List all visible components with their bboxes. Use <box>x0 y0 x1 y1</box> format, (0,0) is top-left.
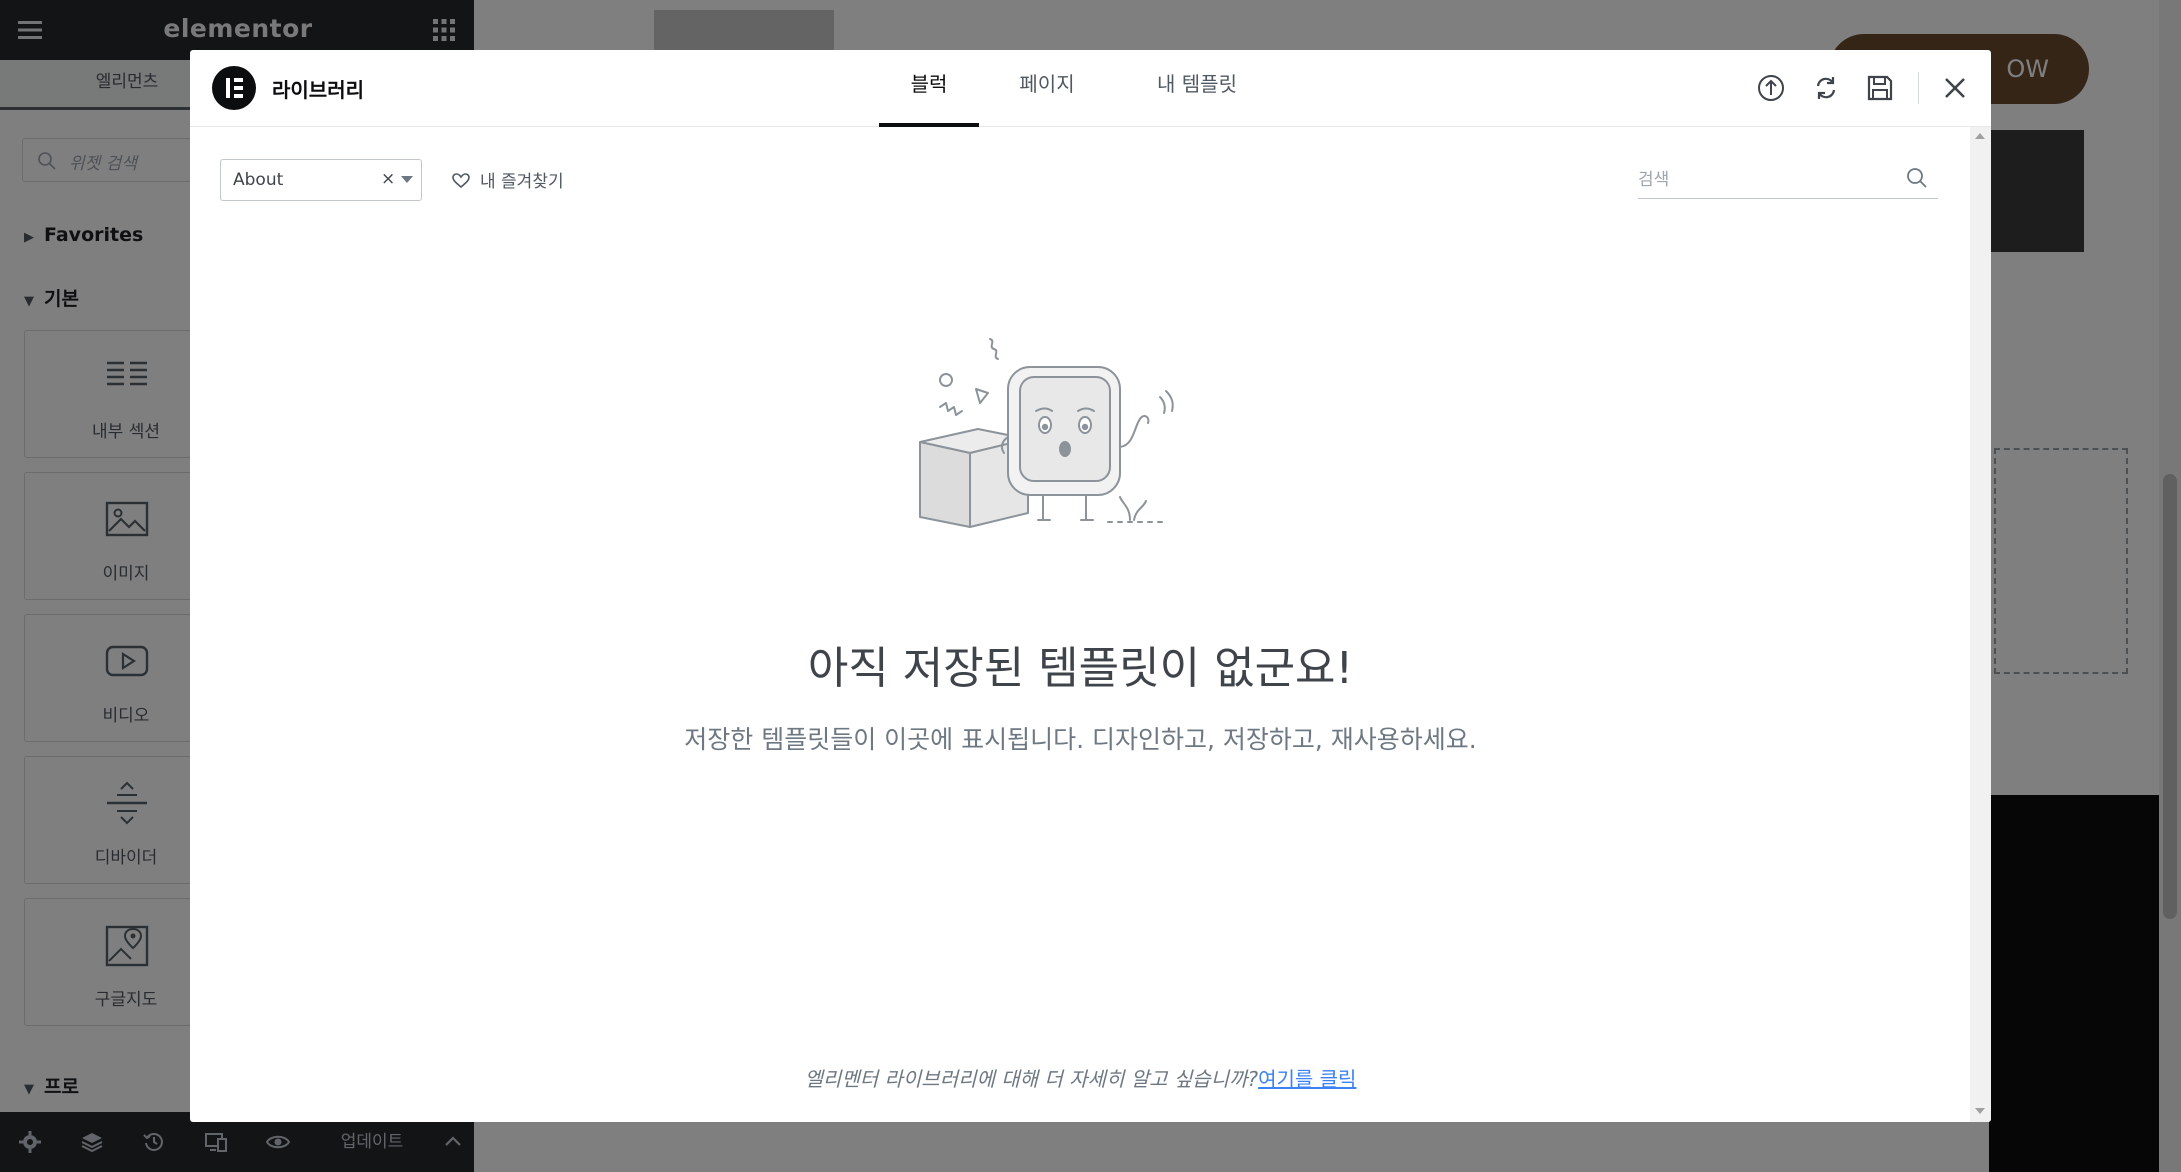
modal-body: About × 내 즐겨찾기 검색 아직 저장된 템플릿이 없군요! 저장한 템… <box>190 127 1991 1122</box>
modal-scrollbar[interactable] <box>1970 127 1991 1122</box>
search-icon[interactable] <box>1906 167 1928 189</box>
empty-state-message: 저장한 템플릿들이 이곳에 표시됩니다. 디자인하고, 저장하고, 재사용하세요… <box>684 725 1477 754</box>
clear-filter-icon[interactable]: × <box>381 169 395 189</box>
header-divider <box>1918 72 1919 104</box>
dropdown-arrow-icon[interactable] <box>401 176 413 183</box>
import-icon[interactable] <box>1755 72 1787 104</box>
scroll-up-arrow-icon[interactable] <box>1975 133 1985 139</box>
library-modal: 라이브러리 블럭 페이지 내 템플릿 About × 내 즐겨찾기 검색 아직 … <box>190 50 1991 1122</box>
save-icon[interactable] <box>1864 72 1896 104</box>
tab-my-templates[interactable]: 내 템플릿 <box>1127 50 1267 127</box>
tab-blocks[interactable]: 블럭 <box>879 50 979 127</box>
filter-selected-value: About <box>233 170 284 190</box>
modal-title: 라이브러리 <box>272 78 364 102</box>
category-filter-select[interactable]: About × <box>220 159 422 201</box>
search-placeholder: 검색 <box>1638 170 1670 190</box>
empty-state-illustration <box>919 338 1174 528</box>
favorites-label: 내 즐겨찾기 <box>480 172 564 192</box>
scroll-down-arrow-icon[interactable] <box>1975 1108 1985 1114</box>
library-search-input[interactable]: 검색 <box>1638 155 1938 199</box>
learn-more-text: 엘리멘터 라이브러리에 대해 더 자세히 알고 싶습니까?여기를 클릭 <box>190 1063 1971 1092</box>
heart-icon <box>452 173 470 189</box>
my-favorites-filter[interactable]: 내 즐겨찾기 <box>452 167 564 193</box>
elementor-logo-icon <box>212 66 256 110</box>
modal-header: 라이브러리 블럭 페이지 내 템플릿 <box>190 50 1991 127</box>
sync-icon[interactable] <box>1810 72 1842 104</box>
learn-more-label: 엘리멘터 라이브러리에 대해 더 자세히 알고 싶습니까? <box>804 1067 1259 1091</box>
empty-state-title: 아직 저장된 템플릿이 없군요! <box>807 643 1354 694</box>
close-icon[interactable] <box>1939 72 1971 104</box>
learn-more-link[interactable]: 여기를 클릭 <box>1258 1067 1356 1091</box>
tab-pages[interactable]: 페이지 <box>997 50 1097 127</box>
